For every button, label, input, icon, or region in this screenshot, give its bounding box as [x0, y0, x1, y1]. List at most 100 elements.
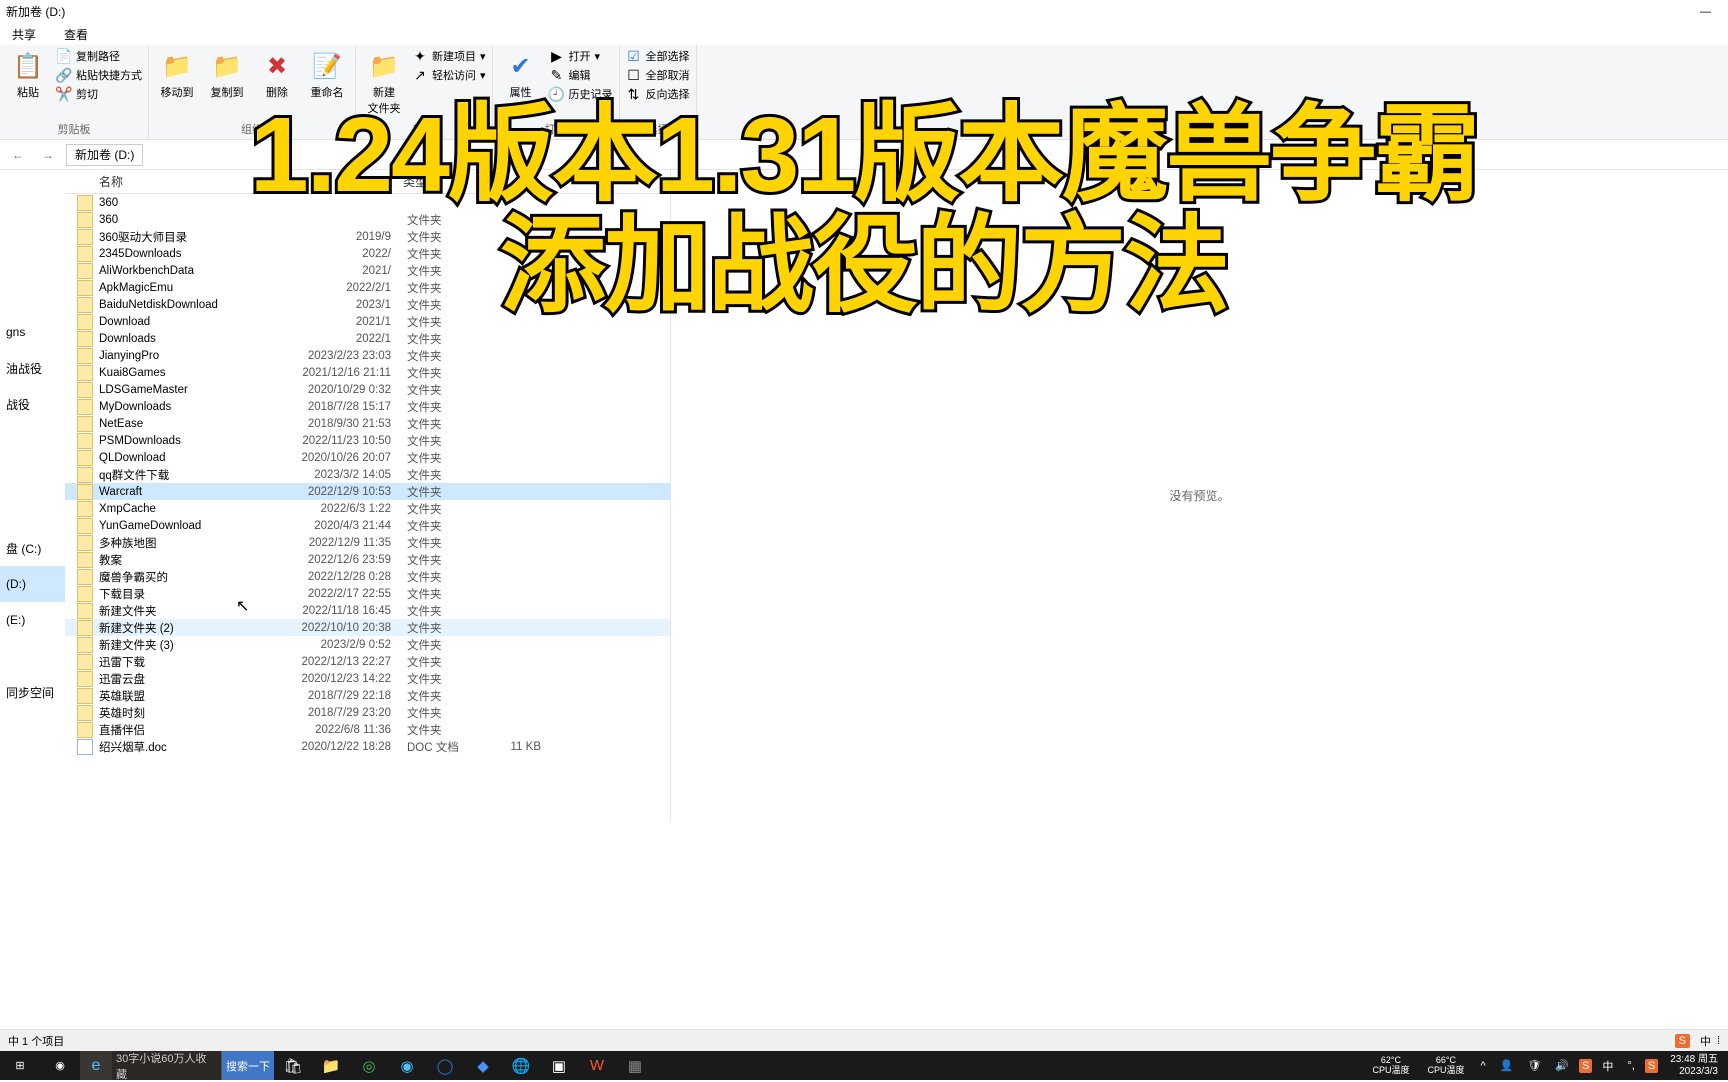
app-jianying-icon[interactable]: ▣: [540, 1051, 578, 1080]
sidebar-item[interactable]: [0, 638, 65, 674]
tray-volume-icon[interactable]: 🔊: [1551, 1059, 1573, 1072]
file-row[interactable]: 新建文件夹 (2)2022/10/10 20:38文件夹: [65, 619, 670, 636]
taskbar-clock[interactable]: 23:48 周五 2023/3/3: [1664, 1054, 1724, 1077]
tray-punct[interactable]: °,: [1623, 1060, 1638, 1072]
col-name[interactable]: 名称: [65, 173, 275, 190]
file-row[interactable]: 多种族地图2022/12/9 11:35文件夹: [65, 534, 670, 551]
file-row[interactable]: 360驱动大师目录2019/9文件夹: [65, 228, 670, 245]
easyaccess-button[interactable]: ↗轻松访问 ▾: [412, 67, 486, 83]
file-row[interactable]: 英雄联盟2018/7/29 22:18文件夹: [65, 687, 670, 704]
tray-chevron-icon[interactable]: ^: [1476, 1060, 1489, 1072]
rename-button[interactable]: 📝重命名: [305, 48, 349, 102]
sidebar-item[interactable]: 油战役: [0, 350, 65, 386]
file-row[interactable]: AliWorkbenchData2021/文件夹: [65, 262, 670, 279]
tab-share[interactable]: 共享: [4, 24, 44, 45]
file-row[interactable]: 迅雷下载2022/12/13 22:27文件夹: [65, 653, 670, 670]
sidebar-item[interactable]: [0, 206, 65, 242]
search-button[interactable]: 搜索一下: [222, 1051, 274, 1080]
file-row[interactable]: 教案2022/12/6 23:59文件夹: [65, 551, 670, 568]
file-row[interactable]: 新建文件夹2022/11/18 16:45文件夹: [65, 602, 670, 619]
delete-button[interactable]: ✖删除: [255, 48, 299, 102]
copy-path-button[interactable]: 📄复制路径: [56, 48, 142, 64]
paste-shortcut-button[interactable]: 🔗粘贴快捷方式: [56, 67, 142, 83]
properties-button[interactable]: ✔属性: [499, 48, 543, 102]
file-row[interactable]: Kuai8Games2021/12/16 21:11文件夹: [65, 364, 670, 381]
sidebar-item[interactable]: [0, 494, 65, 530]
file-row[interactable]: 直播伴侣2022/6/8 11:36文件夹: [65, 721, 670, 738]
selectnone-button[interactable]: ☐全部取消: [626, 67, 690, 83]
file-row[interactable]: NetEase2018/9/30 21:53文件夹: [65, 415, 670, 432]
edit-button[interactable]: ✎编辑: [549, 67, 613, 83]
file-row[interactable]: BaiduNetdiskDownload2023/1文件夹: [65, 296, 670, 313]
sidebar-item[interactable]: (E:): [0, 602, 65, 638]
app-blue-icon[interactable]: ◯: [426, 1051, 464, 1080]
sidebar-item[interactable]: 同步空间: [0, 674, 65, 710]
ime-badge[interactable]: S: [1675, 1034, 1690, 1048]
selectall-button[interactable]: ☑全部选择: [626, 48, 690, 64]
sidebar-item[interactable]: [0, 422, 65, 458]
newfolder-button[interactable]: 📁新建 文件夹: [362, 48, 406, 118]
tab-view[interactable]: 查看: [56, 24, 96, 45]
file-row[interactable]: 迅雷云盘2020/12/23 14:22文件夹: [65, 670, 670, 687]
file-row[interactable]: YunGameDownload2020/4/3 21:44文件夹: [65, 517, 670, 534]
file-row[interactable]: JianyingPro2023/2/23 23:03文件夹: [65, 347, 670, 364]
app-game-icon[interactable]: ▦: [616, 1051, 654, 1080]
file-row[interactable]: 英雄时刻2018/7/29 23:20文件夹: [65, 704, 670, 721]
history-button[interactable]: 🕘历史记录: [549, 86, 613, 102]
app-bird-icon[interactable]: ◆: [464, 1051, 502, 1080]
paste-button[interactable]: 📋 粘贴: [6, 48, 50, 102]
file-row[interactable]: QLDownload2020/10/26 20:07文件夹: [65, 449, 670, 466]
app-sphere-icon[interactable]: 🌐: [502, 1051, 540, 1080]
taskbar-search[interactable]: e 30字小说60万人收藏 搜索一下: [80, 1051, 274, 1080]
app-explorer-icon[interactable]: 📁: [312, 1051, 350, 1080]
moveto-button[interactable]: 📁移动到: [155, 48, 199, 102]
file-row[interactable]: 绍兴烟草.doc2020/12/22 18:28DOC 文档11 KB: [65, 738, 670, 755]
sidebar-item[interactable]: gns: [0, 314, 65, 350]
file-row[interactable]: 魔兽争霸买的2022/12/28 0:28文件夹: [65, 568, 670, 585]
invert-button[interactable]: ⇅反向选择: [626, 86, 690, 102]
file-row[interactable]: XmpCache2022/6/3 1:22文件夹: [65, 500, 670, 517]
tray-ime-s2-icon[interactable]: S: [1645, 1059, 1658, 1073]
file-row[interactable]: LDSGameMaster2020/10/29 0:32文件夹: [65, 381, 670, 398]
col-type[interactable]: 类型: [395, 173, 465, 190]
sidebar-item[interactable]: [0, 170, 65, 206]
file-row[interactable]: Downloads2022/1文件夹: [65, 330, 670, 347]
sidebar-item[interactable]: (D:): [0, 566, 65, 602]
tray-shield-icon[interactable]: 🛡: [1523, 1059, 1545, 1072]
app-edge-icon[interactable]: ◉: [388, 1051, 426, 1080]
cut-button[interactable]: ✂️剪切: [56, 86, 142, 102]
app-360-icon[interactable]: ◎: [350, 1051, 388, 1080]
cpu-temp-1[interactable]: 62°CCPU温度: [1366, 1056, 1415, 1076]
file-row[interactable]: qq群文件下载2023/3/2 14:05文件夹: [65, 466, 670, 483]
breadcrumb[interactable]: 新加卷 (D:): [66, 144, 143, 166]
file-row[interactable]: 新建文件夹 (3)2023/2/9 0:52文件夹: [65, 636, 670, 653]
file-row[interactable]: 2345Downloads2022/文件夹: [65, 245, 670, 262]
sidebar-item[interactable]: [0, 242, 65, 278]
sidebar-item[interactable]: [0, 278, 65, 314]
open-button[interactable]: ▶打开 ▾: [549, 48, 613, 64]
app-store-icon[interactable]: 🛍: [274, 1051, 312, 1080]
minimize-button[interactable]: —: [1683, 0, 1728, 23]
file-row[interactable]: 下载目录2022/2/17 22:55文件夹: [65, 585, 670, 602]
col-size[interactable]: 大小: [465, 173, 545, 190]
tray-people-icon[interactable]: 👤: [1496, 1059, 1518, 1072]
cpu-temp-2[interactable]: 66°CCPU温度: [1421, 1056, 1470, 1076]
file-row[interactable]: 360文件夹: [65, 211, 670, 228]
newitem-button[interactable]: ✦新建项目 ▾: [412, 48, 486, 64]
tray-ime-s-icon[interactable]: S: [1579, 1059, 1592, 1073]
file-row[interactable]: MyDownloads2018/7/28 15:17文件夹: [65, 398, 670, 415]
col-date[interactable]: 修改日期: [275, 173, 395, 190]
file-row[interactable]: 360: [65, 194, 670, 211]
tray-ime-zh[interactable]: 中: [1598, 1058, 1617, 1074]
file-row[interactable]: Download2021/1文件夹: [65, 313, 670, 330]
file-row[interactable]: PSMDownloads2022/11/23 10:50文件夹: [65, 432, 670, 449]
start-button[interactable]: ⊞: [0, 1051, 40, 1080]
copyto-button[interactable]: 📁复制到: [205, 48, 249, 102]
cortana-button[interactable]: ◉: [40, 1051, 80, 1080]
sidebar-item[interactable]: 盘 (C:): [0, 530, 65, 566]
nav-back-button[interactable]: ←: [6, 143, 30, 167]
file-row[interactable]: Warcraft2022/12/9 10:53文件夹: [65, 483, 670, 500]
file-row[interactable]: ApkMagicEmu2022/2/1文件夹: [65, 279, 670, 296]
sidebar-item[interactable]: 战役: [0, 386, 65, 422]
nav-forward-button[interactable]: →: [36, 143, 60, 167]
